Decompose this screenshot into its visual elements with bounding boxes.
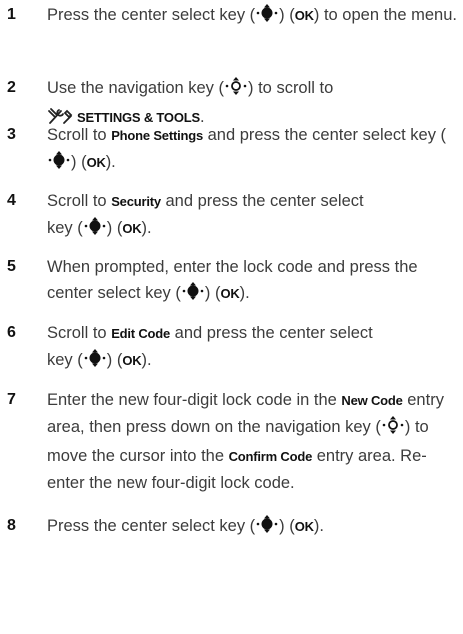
step-text-run: Scroll to (47, 126, 112, 144)
step-text-run: ) ( (106, 219, 123, 237)
step-text-run: key ( (47, 351, 83, 369)
step-text-run: key ( (47, 219, 83, 237)
ui-label: Security (111, 194, 161, 209)
ui-label: OK (122, 353, 142, 368)
center-select-key-icon (48, 150, 70, 178)
step-text: Scroll to Security and press the center … (47, 188, 457, 244)
ui-label: OK (122, 221, 142, 236)
center-select-key-icon (256, 514, 278, 542)
center-select-key-icon (84, 216, 106, 244)
ui-label: Confirm Code (228, 449, 313, 464)
center-select-key-icon (256, 3, 278, 31)
step-text-run: ) ( (204, 284, 221, 302)
step-text-run: and press the center select key ( (203, 126, 447, 144)
step-text-run: Scroll to (47, 192, 112, 210)
navigation-key-icon (382, 415, 404, 443)
center-select-key-icon (84, 348, 106, 376)
ui-label: OK (294, 8, 314, 23)
ui-label: OK (294, 519, 314, 534)
step-text-run: ). (141, 219, 152, 237)
ui-label: OK (86, 155, 106, 170)
step-number: 3 (7, 126, 16, 143)
step-text-run: ) ( (279, 517, 295, 535)
step-number: 1 (7, 6, 16, 23)
step-text: When prompted, enter the lock code and p… (47, 254, 457, 309)
step-text-run: Scroll to (47, 324, 112, 342)
ui-label: OK (220, 286, 240, 301)
step-number: 7 (7, 391, 16, 408)
ui-label: Edit Code (111, 326, 171, 341)
step-text: Press the center select key ( ) (OK). (47, 513, 457, 542)
step-text-run: Press the center select key ( (47, 6, 256, 24)
ui-label: New Code (341, 393, 403, 408)
center-select-key-icon (182, 281, 204, 309)
step-text: Scroll to Phone Settings and press the c… (47, 122, 457, 178)
step-text-run: ) to open the menu. (313, 6, 457, 24)
step-text-run: and press the center select (160, 192, 364, 210)
step-text: Scroll to Edit Code and press the center… (47, 320, 457, 376)
step-text-run: ). (313, 517, 324, 535)
step-text-run: Press the center select key ( (47, 517, 256, 535)
step-text-run: Use the navigation key ( (47, 79, 225, 97)
ui-label: Phone Settings (111, 128, 204, 143)
step-text-run: ) ( (279, 6, 295, 24)
step-text-run: ). (141, 351, 152, 369)
step-text-run: ) to scroll to (248, 79, 334, 97)
step-text-run: ) ( (71, 153, 87, 171)
step-text-run: ) ( (106, 351, 123, 369)
step-number: 5 (7, 258, 16, 275)
step-number: 4 (7, 192, 16, 209)
step-text-run: ). (105, 153, 116, 171)
navigation-key-icon (225, 76, 247, 104)
step-text-run: Enter the new four-digit lock code in th… (47, 391, 342, 409)
step-text: Enter the new four-digit lock code in th… (47, 387, 457, 496)
step-number: 8 (7, 517, 16, 534)
step-number: 6 (7, 324, 16, 341)
step-text: Press the center select key ( ) (OK) to o… (47, 2, 457, 31)
step-text-run: and press the center select (170, 324, 373, 342)
step-text-run: ). (239, 284, 250, 302)
step-number: 2 (7, 79, 16, 96)
